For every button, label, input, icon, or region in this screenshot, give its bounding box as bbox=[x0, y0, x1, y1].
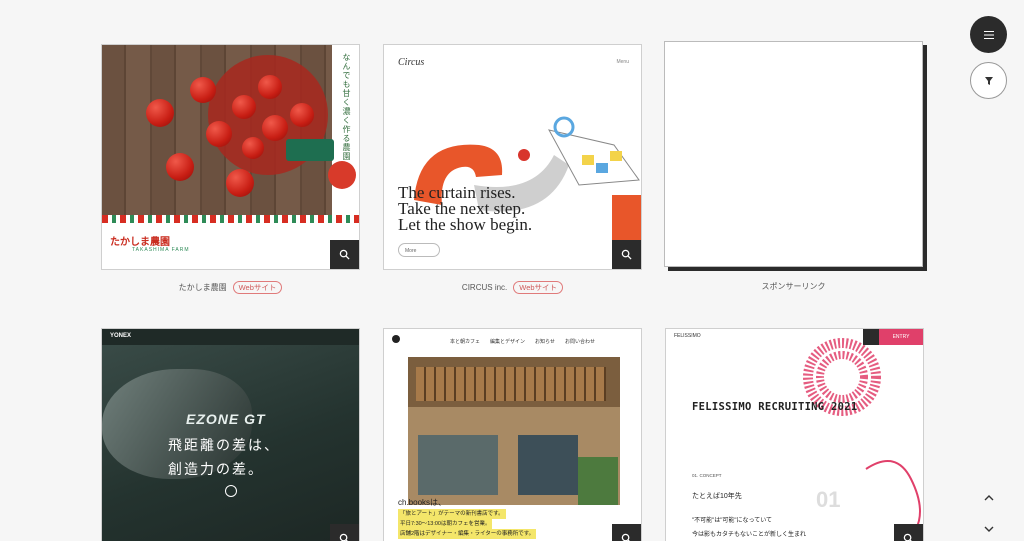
thumb-logo: たかしま農園 bbox=[110, 237, 170, 248]
tomato bbox=[232, 95, 256, 119]
tomato bbox=[206, 121, 232, 147]
zoom-button[interactable] bbox=[612, 240, 641, 269]
tomato bbox=[262, 115, 288, 141]
gallery-page: なんでも甘く濃く作る農園 たかしま農園 TAKASHIMA FARM たかしま農… bbox=[0, 0, 1024, 541]
tomato bbox=[166, 153, 194, 181]
gallery-card[interactable]: なんでも甘く濃く作る農園 たかしま農園 TAKASHIMA FARM たかしま農… bbox=[101, 44, 360, 294]
search-icon bbox=[339, 533, 348, 541]
zoom-button[interactable] bbox=[330, 240, 359, 269]
tomato bbox=[258, 75, 282, 99]
tagline-panel: なんでも甘く濃く作る農園 bbox=[332, 45, 359, 215]
thumb-body1: "不可能"は"可能"になっていて bbox=[692, 518, 773, 524]
thumb-brand: YONEX bbox=[110, 333, 132, 339]
thumbnail-felissimo[interactable]: FELISSIMO ENTRY FELISSIMO RECRUITING 202… bbox=[665, 328, 924, 541]
thumb-body2: 今は影もカタチもないことが新しく生まれ bbox=[692, 532, 807, 538]
gallery-card[interactable]: FELISSIMO ENTRY FELISSIMO RECRUITING 202… bbox=[665, 328, 924, 541]
sponsor-label: スポンサーリンク bbox=[761, 281, 826, 291]
gallery-card[interactable]: 本と朝カフェ 編集とデザイン お知らせ お問い合わせ ch.booksは、 「旅… bbox=[383, 328, 642, 541]
accent-block bbox=[612, 195, 641, 242]
card-caption: たかしま農園 Webサイト bbox=[101, 280, 360, 294]
zoom-button[interactable] bbox=[330, 524, 359, 541]
zoom-button[interactable] bbox=[612, 524, 641, 541]
thumbnail-takashima[interactable]: なんでも甘く濃く作る農園 たかしま農園 TAKASHIMA FARM bbox=[101, 44, 360, 270]
category-badge[interactable]: Webサイト bbox=[513, 280, 564, 294]
info-bubble bbox=[286, 139, 334, 161]
thumb-nav bbox=[102, 329, 359, 345]
tomato bbox=[146, 99, 174, 127]
card-caption: CIRCUS inc. Webサイト bbox=[383, 280, 642, 294]
card-caption: スポンサーリンク bbox=[664, 279, 923, 293]
thumb-logo-sub: TAKASHIMA FARM bbox=[132, 247, 190, 253]
section-number: 01 bbox=[816, 487, 841, 512]
zoom-button[interactable] bbox=[894, 524, 923, 541]
search-icon bbox=[621, 533, 630, 541]
circus-illustration bbox=[414, 116, 640, 212]
thumb-body: 「旅とアート」がテーマの新刊書店です。 平日7:30〜13:00は朝カフェを営業… bbox=[398, 509, 537, 539]
gallery-card[interactable]: YONEX EZONE GT 飛距離の差は、 創造力の差。 bbox=[101, 328, 360, 541]
tomato bbox=[226, 169, 254, 197]
tomato bbox=[290, 103, 314, 127]
thumbnail-chbooks[interactable]: 本と朝カフェ 編集とデザイン お知らせ お問い合わせ ch.booksは、 「旅… bbox=[383, 328, 642, 541]
chevron-down-icon bbox=[984, 526, 994, 532]
sponsor-card: スポンサーリンク bbox=[664, 41, 923, 293]
thumb-copy2: 創造力の差。 bbox=[168, 461, 264, 477]
site-logo bbox=[392, 335, 400, 343]
scroll-up-button[interactable] bbox=[982, 491, 996, 505]
chevron-up-icon bbox=[984, 495, 994, 501]
thumb-product: EZONE GT bbox=[186, 411, 266, 427]
card-title[interactable]: CIRCUS inc. bbox=[462, 283, 507, 292]
thumb-copy1: 飛距離の差は、 bbox=[168, 437, 280, 453]
card-title[interactable]: たかしま農園 bbox=[179, 282, 227, 293]
scroll-down-button[interactable] bbox=[982, 522, 996, 536]
mascot-tomato bbox=[328, 161, 356, 189]
thumb-nav: 本と朝カフェ 編集とデザイン お知らせ お問い合わせ bbox=[450, 339, 595, 345]
tomato bbox=[190, 77, 216, 103]
thumb-section: 01. CONCEPT bbox=[692, 473, 722, 478]
thumb-title: ch.booksは、 bbox=[398, 498, 447, 507]
tomato bbox=[242, 137, 264, 159]
sponsor-ad-slot[interactable] bbox=[664, 41, 923, 267]
filter-icon bbox=[984, 76, 993, 85]
search-icon bbox=[903, 533, 912, 541]
decorative-strip bbox=[102, 215, 359, 223]
play-icon bbox=[225, 485, 237, 497]
thumbnail-yonex[interactable]: YONEX EZONE GT 飛距離の差は、 創造力の差。 bbox=[101, 328, 360, 541]
filter-button[interactable] bbox=[970, 62, 1007, 99]
more-button[interactable]: More bbox=[398, 243, 440, 257]
thumb-title: FELISSIMO RECRUITING 2021 bbox=[692, 401, 858, 413]
menu-button[interactable] bbox=[970, 16, 1007, 53]
storefront-photo bbox=[408, 357, 620, 505]
hamburger-icon bbox=[983, 30, 994, 39]
hero-copy: The curtain rises. Take the next step. L… bbox=[398, 183, 533, 234]
scribble-art bbox=[803, 338, 921, 530]
thumb-lead: たとえば10年先 bbox=[692, 493, 742, 500]
gallery-card[interactable]: Circus Menu The curtain rises. Take the … bbox=[383, 44, 642, 294]
category-badge[interactable]: Webサイト bbox=[232, 280, 283, 294]
thumbnail-circus[interactable]: Circus Menu The curtain rises. Take the … bbox=[383, 44, 642, 270]
site-footer: たかしま農園 TAKASHIMA FARM bbox=[102, 215, 359, 269]
search-icon bbox=[621, 249, 632, 260]
search-icon bbox=[339, 249, 350, 260]
